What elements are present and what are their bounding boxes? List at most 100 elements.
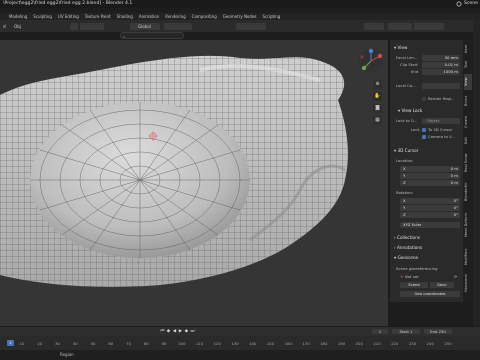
timeline-tick-label: 170 bbox=[302, 341, 310, 346]
timeline-tick-label: 110 bbox=[195, 341, 204, 346]
camera-icon[interactable]: ◙ bbox=[373, 104, 382, 113]
local-camera-field[interactable] bbox=[422, 83, 460, 89]
geo-coordinates-button[interactable]: Geo coordinates bbox=[400, 291, 460, 297]
cursor-location-y[interactable]: Y0 m bbox=[400, 173, 460, 179]
refresh-icon[interactable]: ⟳ bbox=[454, 274, 457, 279]
not-set-label: Not set bbox=[405, 274, 419, 279]
object-menu[interactable]: Obj bbox=[14, 24, 21, 29]
geo-georef-button[interactable]: Geor. bbox=[430, 282, 454, 288]
search-input[interactable]: ⌕ bbox=[120, 32, 184, 39]
pivot-button[interactable] bbox=[70, 23, 78, 30]
rotation-mode-dropdown[interactable]: XYZ Euler bbox=[400, 222, 460, 228]
status-bar: Region bbox=[0, 350, 480, 360]
tab-compositing[interactable]: Compositing bbox=[192, 14, 217, 19]
3d-viewport[interactable] bbox=[0, 40, 388, 332]
geoscene-header[interactable]: ▾ Geoscene bbox=[394, 255, 418, 260]
scene-icon[interactable] bbox=[456, 1, 462, 7]
sidetab-geoscene[interactable]: Geoscene bbox=[464, 272, 472, 294]
title-bar: \Project\egg2\fried egg2\fried egg 2.ble… bbox=[0, 0, 480, 8]
status-region-label: Region bbox=[60, 352, 74, 357]
render-region-checkbox[interactable] bbox=[422, 97, 426, 101]
jump-start-icon[interactable]: ⏮ bbox=[160, 329, 165, 334]
lock-label: Lock bbox=[411, 127, 420, 132]
tab-animation[interactable]: Animation bbox=[139, 14, 159, 19]
clip-end-label: End bbox=[411, 69, 419, 74]
visibility-toggles[interactable] bbox=[364, 23, 384, 30]
tab-shading[interactable]: Shading bbox=[117, 14, 133, 19]
overlay-toggles[interactable] bbox=[388, 23, 412, 30]
jump-end-icon[interactable]: ⏭ bbox=[190, 329, 195, 334]
lock-to-object-field[interactable]: Object bbox=[422, 118, 460, 124]
clip-start-field[interactable]: 0.01 m bbox=[422, 62, 460, 68]
proportional-editing[interactable] bbox=[236, 23, 266, 30]
timeline-ruler[interactable]: 1 10 20 30 40 50 60 70 80 90 100 110 120 130 140 150 16… bbox=[0, 340, 480, 348]
frame-end-field[interactable]: End 250 bbox=[424, 329, 452, 334]
collections-header[interactable]: › Collections bbox=[394, 235, 420, 240]
frame-start-field[interactable]: Start 1 bbox=[392, 329, 420, 334]
snap-toolbar[interactable] bbox=[80, 23, 104, 30]
timeline-tick-label: 100 bbox=[178, 341, 186, 346]
3d-cursor-header[interactable]: ▾ 3D Cursor bbox=[394, 148, 418, 153]
timeline-tick-label: 160 bbox=[284, 341, 292, 346]
focal-length-field[interactable]: 50 mm bbox=[422, 55, 460, 61]
timeline-tick-label: 130 bbox=[231, 341, 239, 346]
navigation-gizmo[interactable] bbox=[358, 48, 384, 74]
shading-modes[interactable] bbox=[414, 23, 444, 30]
sidetab-view[interactable]: View bbox=[464, 74, 472, 90]
local-camera-label: Local Ca... bbox=[396, 83, 416, 88]
prev-keyframe-icon[interactable]: ◆ bbox=[166, 329, 171, 334]
timeline-tick-label: 140 bbox=[249, 341, 257, 346]
tab-scripting[interactable]: Scripting bbox=[263, 14, 281, 19]
view-section-header[interactable]: ▾ View bbox=[394, 45, 407, 50]
timeline-tick-label: 210 bbox=[373, 341, 381, 346]
focal-length-label: Focal Len... bbox=[396, 55, 418, 60]
zoom-icon[interactable]: ⊕ bbox=[373, 80, 382, 89]
tab-texture-paint[interactable]: Texture Paint bbox=[85, 14, 111, 19]
cursor-location-z[interactable]: Z0 m bbox=[400, 180, 460, 186]
tab-modeling[interactable]: Modeling bbox=[9, 14, 27, 19]
sidetab-real-snow[interactable]: Real Snow bbox=[464, 150, 472, 176]
camera-to-view-label: Camera to V... bbox=[428, 134, 455, 139]
timeline-tick-label: 250 bbox=[444, 341, 452, 346]
render-region-label: Render Regi... bbox=[428, 96, 455, 101]
sidetab-modifiers[interactable]: Modifiers bbox=[464, 244, 472, 270]
header-label-d[interactable]: d bbox=[3, 24, 6, 29]
cursor-rotation-x[interactable]: X 0° bbox=[400, 198, 460, 204]
snapping-controls[interactable] bbox=[164, 23, 192, 30]
timeline-tick-label: 90 bbox=[161, 341, 167, 346]
scene-selector[interactable]: Scene bbox=[464, 1, 478, 6]
tab-uv-editing[interactable]: UV Editing bbox=[58, 14, 79, 19]
camera-to-view-checkbox[interactable] bbox=[422, 135, 426, 139]
tab-rendering[interactable]: Rendering bbox=[165, 14, 185, 19]
play-icon[interactable]: ▶ bbox=[178, 329, 183, 334]
sidetab-bimrs[interactable]: Bimrs bbox=[464, 92, 472, 110]
annotations-header[interactable]: › Annotations bbox=[394, 245, 422, 250]
pan-hand-icon[interactable]: ✋ bbox=[373, 92, 382, 101]
timeline-tick-label: 150 bbox=[266, 341, 275, 346]
transform-orientation-dropdown[interactable]: Global bbox=[130, 23, 160, 30]
sidetab-create[interactable]: Create bbox=[464, 112, 472, 132]
cursor-location-x[interactable]: X0 m bbox=[400, 166, 460, 172]
geo-scene-button[interactable]: Scene bbox=[400, 282, 428, 288]
tab-sculpting[interactable]: Sculpting bbox=[33, 14, 52, 19]
properties-strip bbox=[473, 20, 480, 340]
timeline-tick-label: 20 bbox=[37, 341, 43, 346]
sidetab-item[interactable]: Item bbox=[464, 42, 472, 56]
sidetab-edit[interactable]: Edit bbox=[464, 134, 472, 148]
tab-geometry-nodes[interactable]: Geometry Nodes bbox=[223, 14, 257, 19]
playhead-frame[interactable]: 1 bbox=[7, 340, 14, 346]
cursor-rotation-y[interactable]: Y 0° bbox=[400, 205, 460, 211]
cursor-rotation-z[interactable]: Z 0° bbox=[400, 212, 460, 218]
current-frame-field[interactable]: 1 bbox=[372, 329, 388, 334]
lock-3d-cursor-checkbox[interactable] bbox=[422, 128, 426, 132]
view-lock-header[interactable]: ▾ View Lock bbox=[398, 108, 422, 113]
clip-end-field[interactable]: 1000 m bbox=[422, 69, 460, 75]
playback-bar: ⏮ ◆ ◀ ▶ ◆ ⏭ 1 Start 1 End 250 bbox=[0, 327, 480, 336]
sidetab-mesh-deform[interactable]: Mesh Deform bbox=[464, 208, 472, 242]
viewport-header: d Obj Global bbox=[0, 20, 480, 33]
next-keyframe-icon[interactable]: ◆ bbox=[184, 329, 189, 334]
play-reverse-icon[interactable]: ◀ bbox=[172, 329, 177, 334]
sidetab-tool[interactable]: Tool bbox=[464, 58, 472, 72]
sidetab-blenderkit[interactable]: BlenderKit bbox=[464, 178, 472, 206]
grid-icon[interactable]: ▦ bbox=[373, 116, 382, 125]
